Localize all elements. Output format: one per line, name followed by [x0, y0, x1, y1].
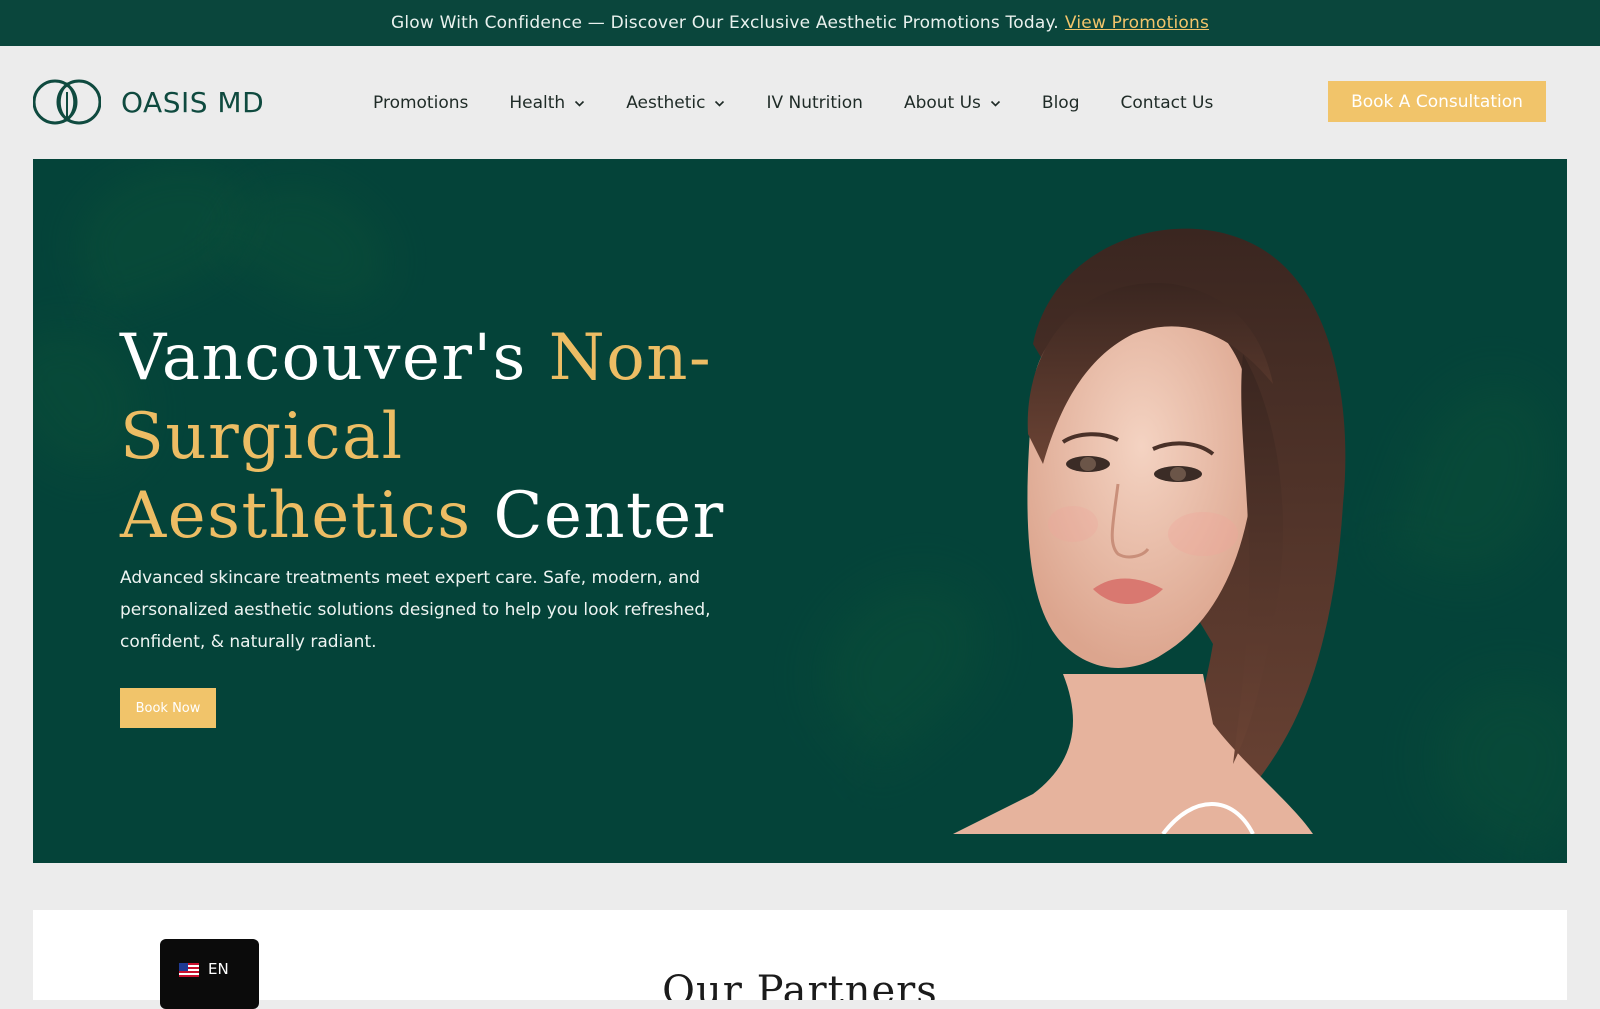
hero-title-gold: Aesthetics — [120, 479, 472, 553]
nav-item-about-us[interactable]: About Us — [904, 93, 1001, 113]
language-label: EN — [208, 960, 229, 978]
nav-item-health[interactable]: Health — [509, 93, 585, 113]
decorative-leaf — [1383, 361, 1567, 597]
decorative-leaf — [216, 159, 410, 332]
brand-name: OASIS MD — [121, 85, 265, 119]
announcement-text: Glow With Confidence — Discover Our Excl… — [390, 13, 1059, 33]
logo[interactable]: OASIS MD — [33, 76, 264, 128]
nav-item-label: IV Nutrition — [766, 93, 863, 113]
hero-section: Vancouver's Non-Surgical Aesthetics Cente… — [33, 159, 1567, 863]
view-promotions-link[interactable]: View Promotions — [1065, 13, 1209, 33]
site-header: OASIS MD Promotions Health Aesthetic IV … — [0, 46, 1600, 156]
chevron-down-icon — [715, 100, 725, 107]
chevron-down-icon — [990, 100, 1000, 107]
chevron-down-icon — [575, 100, 585, 107]
nav-item-blog[interactable]: Blog — [1042, 93, 1080, 113]
us-flag-icon — [179, 963, 199, 977]
nav-item-label: Blog — [1041, 93, 1080, 113]
partners-section: Our Partners — [33, 910, 1567, 1000]
partners-title: Our Partners — [662, 968, 938, 1000]
nav-item-label: Health — [509, 93, 566, 113]
language-switcher[interactable]: EN — [160, 939, 259, 1009]
main-nav: Promotions Health Aesthetic IV Nutrition… — [373, 88, 1254, 118]
hero-title-white: Vancouver's — [120, 321, 549, 395]
nav-item-label: Promotions — [373, 93, 469, 113]
leaf-circle-logo-icon — [33, 79, 101, 125]
nav-item-aesthetic[interactable]: Aesthetic — [626, 93, 725, 113]
hero-title: Vancouver's Non-Surgical Aesthetics Cente… — [120, 319, 800, 556]
nav-item-iv-nutrition[interactable]: IV Nutrition — [766, 93, 862, 113]
nav-item-label: Contact Us — [1120, 93, 1214, 113]
nav-item-label: About Us — [903, 93, 981, 113]
book-consultation-button[interactable]: Book A Consultation — [1328, 81, 1546, 122]
decorative-leaf — [1403, 649, 1567, 863]
book-now-button[interactable]: Book Now — [120, 688, 216, 728]
hero-portrait-image — [953, 228, 1346, 834]
nav-item-contact-us[interactable]: Contact Us — [1121, 93, 1214, 113]
announcement-bar: Glow With Confidence — Discover Our Excl… — [0, 0, 1600, 46]
nav-item-label: Aesthetic — [626, 93, 706, 113]
hero-title-white: Center — [471, 479, 725, 553]
hero-description: Advanced skincare treatments meet expert… — [120, 568, 711, 652]
nav-item-promotions[interactable]: Promotions — [373, 93, 468, 113]
